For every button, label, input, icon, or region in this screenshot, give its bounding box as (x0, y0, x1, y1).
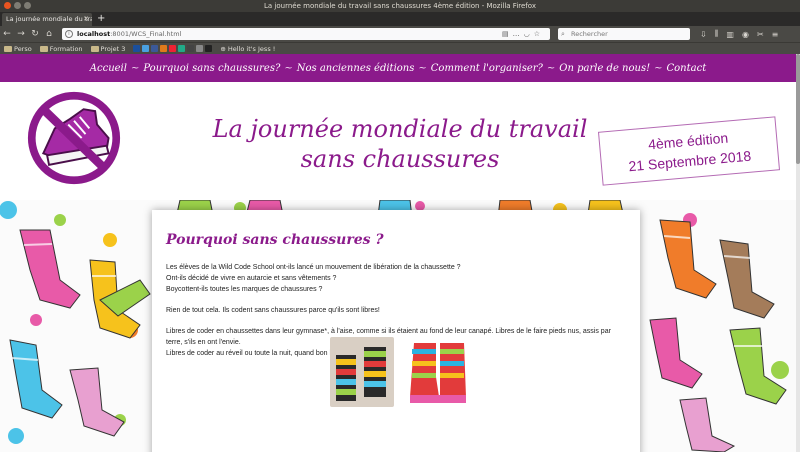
site-title-line2: sans chaussures (300, 145, 500, 173)
home-icon[interactable]: ⌂ (42, 29, 56, 39)
back-icon[interactable]: ← (0, 29, 14, 39)
feet-socks-photo-1 (330, 337, 394, 407)
url-bar[interactable]: i localhost:8001/WCS_Final.html ▤…◡☆ (62, 28, 550, 40)
sidebar-icon[interactable]: ▥ (726, 30, 734, 39)
bookmark-favicons[interactable] (133, 45, 213, 52)
article-line: Les élèves de la Wild Code School ont-il… (166, 264, 461, 271)
edition-stamp: 4ème édition 21 Septembre 2018 (597, 116, 781, 186)
window-controls[interactable] (4, 2, 31, 9)
menu-item-organiser[interactable]: Comment l'organiser? (431, 63, 543, 74)
grey-favicon-icon[interactable] (196, 45, 204, 52)
linkedin-icon[interactable] (133, 45, 141, 52)
search-icon: ⌕ (561, 30, 565, 38)
menu-separator: ~ (546, 62, 556, 74)
menu-item-editions[interactable]: Nos anciennes éditions (297, 63, 415, 74)
minimize-window-icon[interactable] (14, 2, 21, 9)
article-paragraph-1: Les élèves de la Wild Code School ont-il… (166, 262, 626, 295)
pocket-icon[interactable]: ◡ (524, 30, 534, 38)
article-line: Ont-ils décidé de vivre en autarcie et s… (166, 275, 337, 282)
article-line: Boycottent-ils toutes les marques de cha… (166, 286, 323, 293)
facebook-icon[interactable] (151, 45, 159, 52)
menu-item-presse[interactable]: On parle de nous! (559, 63, 650, 74)
extension-icon[interactable]: ◉ (742, 30, 749, 39)
tab-title: La journée mondiale du tra (6, 15, 92, 23)
reload-icon[interactable]: ↻ (28, 29, 42, 39)
more-actions-icon[interactable]: … (513, 30, 524, 38)
page-scrollbar[interactable] (796, 54, 800, 452)
library-icon[interactable]: ⫼ (715, 29, 719, 39)
close-window-icon[interactable] (4, 2, 11, 9)
bookmark-star-icon[interactable]: ☆ (534, 30, 544, 38)
menu-separator: ~ (654, 62, 663, 74)
article-card: Pourquoi sans chaussures ? Les élèves de… (152, 210, 640, 452)
article-paragraph-2: Rien de tout cela. Ils codent sans chaus… (166, 307, 380, 314)
youtube-icon[interactable] (169, 45, 177, 52)
page-viewport: Accueil ~ Pourquoi sans chaussures? ~ No… (0, 54, 796, 452)
photos-row (330, 337, 470, 407)
article-heading: Pourquoi sans chaussures ? (166, 232, 384, 248)
menu-item-contact[interactable]: Contact (667, 63, 707, 74)
feet-socks-photo-2 (406, 337, 470, 407)
site-title-line1: La journée mondiale du travail (212, 115, 588, 143)
folder-icon (39, 45, 48, 52)
site-header: La journée mondiale du travail sans chau… (0, 82, 796, 200)
nav-toolbar: ← → ↻ ⌂ i localhost:8001/WCS_Final.html … (0, 26, 800, 42)
bookmark-label: Hello it's Jess ! (227, 44, 276, 53)
screenshot-icon[interactable]: ✂ (757, 30, 764, 39)
browser-tab[interactable]: La journée mondiale du tra ✕ (2, 13, 92, 26)
search-placeholder: Rechercher (571, 30, 608, 38)
github-icon[interactable] (205, 45, 213, 52)
site-info-icon[interactable]: i (65, 30, 73, 38)
bookmark-folder-formation[interactable]: Formation (39, 44, 83, 53)
bookmark-folder-projet3[interactable]: Projet 3 (90, 44, 126, 53)
window-titlebar: La journée mondiale du travail sans chau… (0, 0, 800, 12)
scrollbar-thumb[interactable] (796, 54, 800, 164)
site-title: La journée mondiale du travail sans chau… (190, 114, 610, 174)
bookmarks-bar: Perso Formation Projet 3 ⊕ Hello it's Jes… (0, 42, 800, 54)
folder-icon (4, 45, 12, 52)
menu-separator: ~ (284, 62, 293, 74)
menu-item-accueil[interactable]: Accueil (90, 63, 127, 74)
forward-icon[interactable]: → (14, 29, 28, 39)
url-path: :8001/WCS_Final.html (110, 30, 182, 38)
menu-item-pourquoi[interactable]: Pourquoi sans chaussures? (143, 63, 280, 74)
folder-icon (90, 45, 99, 52)
bookmark-label: Formation (49, 44, 83, 53)
bookmark-folder-perso[interactable]: Perso (4, 45, 32, 53)
menu-separator: ~ (418, 62, 427, 74)
maximize-window-icon[interactable] (24, 2, 31, 9)
no-shoes-logo-icon (27, 91, 121, 185)
menu-separator: ~ (130, 62, 140, 74)
page-actions[interactable]: ▤…◡☆ (502, 28, 544, 40)
reader-view-icon[interactable]: ▤ (502, 30, 513, 38)
tab-strip: La journée mondiale du tra ✕ + (0, 12, 800, 26)
twitter-icon[interactable] (142, 45, 150, 52)
url-host: localhost (77, 30, 111, 38)
window-title: La journée mondiale du travail sans chau… (264, 2, 536, 10)
site-navigation: Accueil ~ Pourquoi sans chaussures? ~ No… (0, 54, 796, 82)
globe-icon: ⊕ (220, 44, 226, 53)
article-line: Libres de coder en chaussettes dans leur… (166, 328, 611, 335)
toolbar-icons: ⇩ ⫼ ▥ ◉ ✂ ≡ (700, 26, 778, 42)
orange-favicon-icon[interactable] (160, 45, 168, 52)
new-tab-icon[interactable]: + (97, 12, 105, 26)
wcs-favicon-icon[interactable] (187, 45, 195, 52)
menu-icon[interactable]: ≡ (772, 30, 779, 39)
close-tab-icon[interactable]: ✕ (83, 13, 89, 26)
green-favicon-icon[interactable] (178, 45, 186, 52)
bookmark-label: Perso (14, 44, 32, 53)
bookmark-label: Projet 3 (100, 44, 126, 53)
bookmark-hello-jess[interactable]: ⊕ Hello it's Jess ! (220, 45, 275, 53)
download-icon[interactable]: ⇩ (700, 30, 707, 39)
search-bar[interactable]: ⌕ Rechercher (558, 28, 690, 40)
